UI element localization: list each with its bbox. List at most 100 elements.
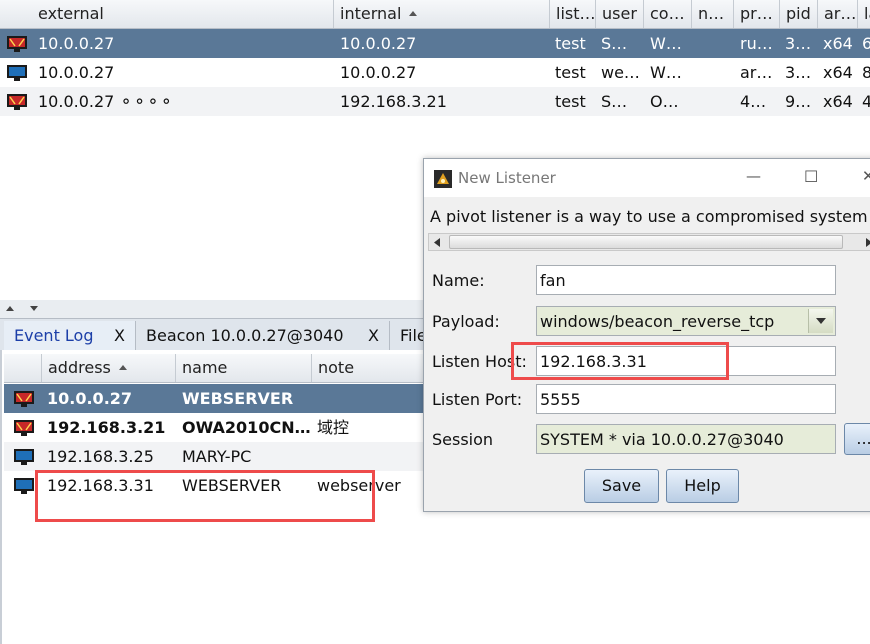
sessions-table-header: external internal list… user co… n… pr… … xyxy=(0,0,870,29)
pid: 3… xyxy=(785,63,812,82)
split-pane-divider[interactable] xyxy=(0,300,440,318)
targets-table-header: address name note xyxy=(4,354,440,383)
session-label: Session xyxy=(432,430,494,449)
sort-ascending-icon xyxy=(118,365,127,370)
col-listener[interactable]: list… xyxy=(550,0,596,28)
arch: x64 xyxy=(823,63,853,82)
target-address: 192.168.3.21 xyxy=(47,418,166,437)
user: S… xyxy=(601,92,628,111)
col-process[interactable]: pr… xyxy=(734,0,780,28)
user: S… xyxy=(601,34,628,53)
beacon-monitor-icon xyxy=(7,65,27,81)
tab-close-button[interactable]: X xyxy=(114,321,125,351)
maximize-button[interactable]: ☐ xyxy=(804,167,818,186)
sort-ascending-icon xyxy=(409,11,418,16)
tab-bar: Event Log X Beacon 10.0.0.27@3040 X File xyxy=(0,318,440,351)
target-address: 10.0.0.27 xyxy=(47,389,133,408)
session-field[interactable]: SYSTEM * via 10.0.0.27@3040 xyxy=(536,424,836,454)
last: 4 xyxy=(862,92,870,111)
table-row[interactable]: 10.0.0.27 WEBSERVER xyxy=(4,384,440,413)
last: 8 xyxy=(862,63,870,82)
listener: test xyxy=(555,63,586,82)
col-user[interactable]: user xyxy=(596,0,644,28)
target-note xyxy=(317,442,437,471)
col-computer[interactable]: co… xyxy=(644,0,692,28)
col-note[interactable]: note xyxy=(312,354,440,382)
target-name: MARY-PC xyxy=(182,447,252,466)
target-name: OWA2010CN… xyxy=(182,418,310,437)
table-row[interactable]: 192.168.3.21 OWA2010CN… 域控 xyxy=(4,413,440,442)
chevron-down-icon xyxy=(816,318,826,324)
scroll-left-icon[interactable] xyxy=(433,238,441,247)
table-row[interactable]: 10.0.0.27 10.0.0.27 test S… W… ru… 3… x6… xyxy=(0,29,870,58)
process: ru… xyxy=(740,34,773,53)
target-address: 192.168.3.25 xyxy=(47,447,154,466)
name-field[interactable]: fan xyxy=(536,265,836,295)
listen-port-field[interactable]: 5555 xyxy=(536,384,836,414)
save-button[interactable]: Save xyxy=(584,469,659,503)
description-scrollbar[interactable] xyxy=(428,233,870,251)
internal-ip: 10.0.0.27 xyxy=(340,34,417,53)
computer: W… xyxy=(650,34,682,53)
internal-ip: 192.168.3.21 xyxy=(340,92,447,111)
col-pid[interactable]: pid xyxy=(780,0,818,28)
beacon-admin-monitor-icon xyxy=(7,94,27,110)
external-ip: 10.0.0.27 ⚬⚬⚬⚬ xyxy=(38,92,174,111)
close-button[interactable]: ✕ xyxy=(862,167,870,185)
pid: 3… xyxy=(785,34,812,53)
beacon-admin-monitor-icon xyxy=(7,36,27,52)
minimize-button[interactable]: — xyxy=(746,167,761,185)
highlight-box xyxy=(511,342,729,380)
col-last[interactable]: la xyxy=(858,0,870,28)
external-ip: 10.0.0.27 xyxy=(38,34,115,53)
target-monitor-icon xyxy=(14,478,34,494)
dialog-description: A pivot listener is a way to use a compr… xyxy=(430,207,870,226)
target-admin-monitor-icon xyxy=(14,420,34,436)
user: we… xyxy=(601,63,640,82)
session-browse-button[interactable]: ... xyxy=(844,423,870,455)
col-arch[interactable]: ar… xyxy=(818,0,858,28)
table-row[interactable]: 10.0.0.27 ⚬⚬⚬⚬ 192.168.3.21 test S… O… 4… xyxy=(0,87,870,116)
dialog-titlebar[interactable]: New Listener — ☐ ✕ xyxy=(424,159,870,197)
listener: test xyxy=(555,34,586,53)
col-note[interactable]: n… xyxy=(692,0,734,28)
payload-select[interactable]: windows/beacon_reverse_tcp xyxy=(536,306,836,336)
target-admin-monitor-icon xyxy=(14,391,34,407)
payload-value: windows/beacon_reverse_tcp xyxy=(540,312,775,331)
tab-close-button[interactable]: X xyxy=(368,321,379,351)
process: ar… xyxy=(740,63,773,82)
cobalt-strike-app-icon xyxy=(434,170,452,188)
table-row[interactable]: 192.168.3.25 MARY-PC xyxy=(4,442,440,471)
listener: test xyxy=(555,92,586,111)
scroll-right-icon[interactable] xyxy=(865,238,870,247)
last: 6 xyxy=(862,34,870,53)
payload-label: Payload: xyxy=(432,312,500,331)
col-internal[interactable]: internal xyxy=(334,0,550,28)
computer: W… xyxy=(650,63,682,82)
target-monitor-icon xyxy=(14,449,34,465)
table-row[interactable]: 10.0.0.27 10.0.0.27 test we… W… ar… 3… x… xyxy=(0,58,870,87)
tab-event-log[interactable]: Event Log X xyxy=(4,321,136,351)
pid: 9… xyxy=(785,92,812,111)
help-button[interactable]: Help xyxy=(666,469,739,503)
dialog-title: New Listener xyxy=(458,169,556,187)
tab-beacon[interactable]: Beacon 10.0.0.27@3040 X xyxy=(136,321,390,351)
col-external[interactable]: external xyxy=(32,0,334,28)
scroll-thumb[interactable] xyxy=(449,235,843,249)
payload-dropdown-button[interactable] xyxy=(808,309,833,333)
divider-arrows-icon[interactable] xyxy=(4,304,44,312)
col-address[interactable]: address xyxy=(42,354,176,382)
highlight-box xyxy=(35,470,375,522)
arch: x64 xyxy=(823,34,853,53)
target-note: 域控 xyxy=(317,418,350,437)
name-label: Name: xyxy=(432,271,485,290)
process: 4… xyxy=(740,92,767,111)
internal-ip: 10.0.0.27 xyxy=(340,63,417,82)
computer: O… xyxy=(650,92,679,111)
listen-port-label: Listen Port: xyxy=(432,390,523,409)
new-listener-dialog: New Listener — ☐ ✕ A pivot listener is a… xyxy=(423,158,870,512)
col-name[interactable]: name xyxy=(176,354,312,382)
target-note xyxy=(317,384,437,413)
external-ip: 10.0.0.27 xyxy=(38,63,115,82)
arch: x64 xyxy=(823,92,853,111)
